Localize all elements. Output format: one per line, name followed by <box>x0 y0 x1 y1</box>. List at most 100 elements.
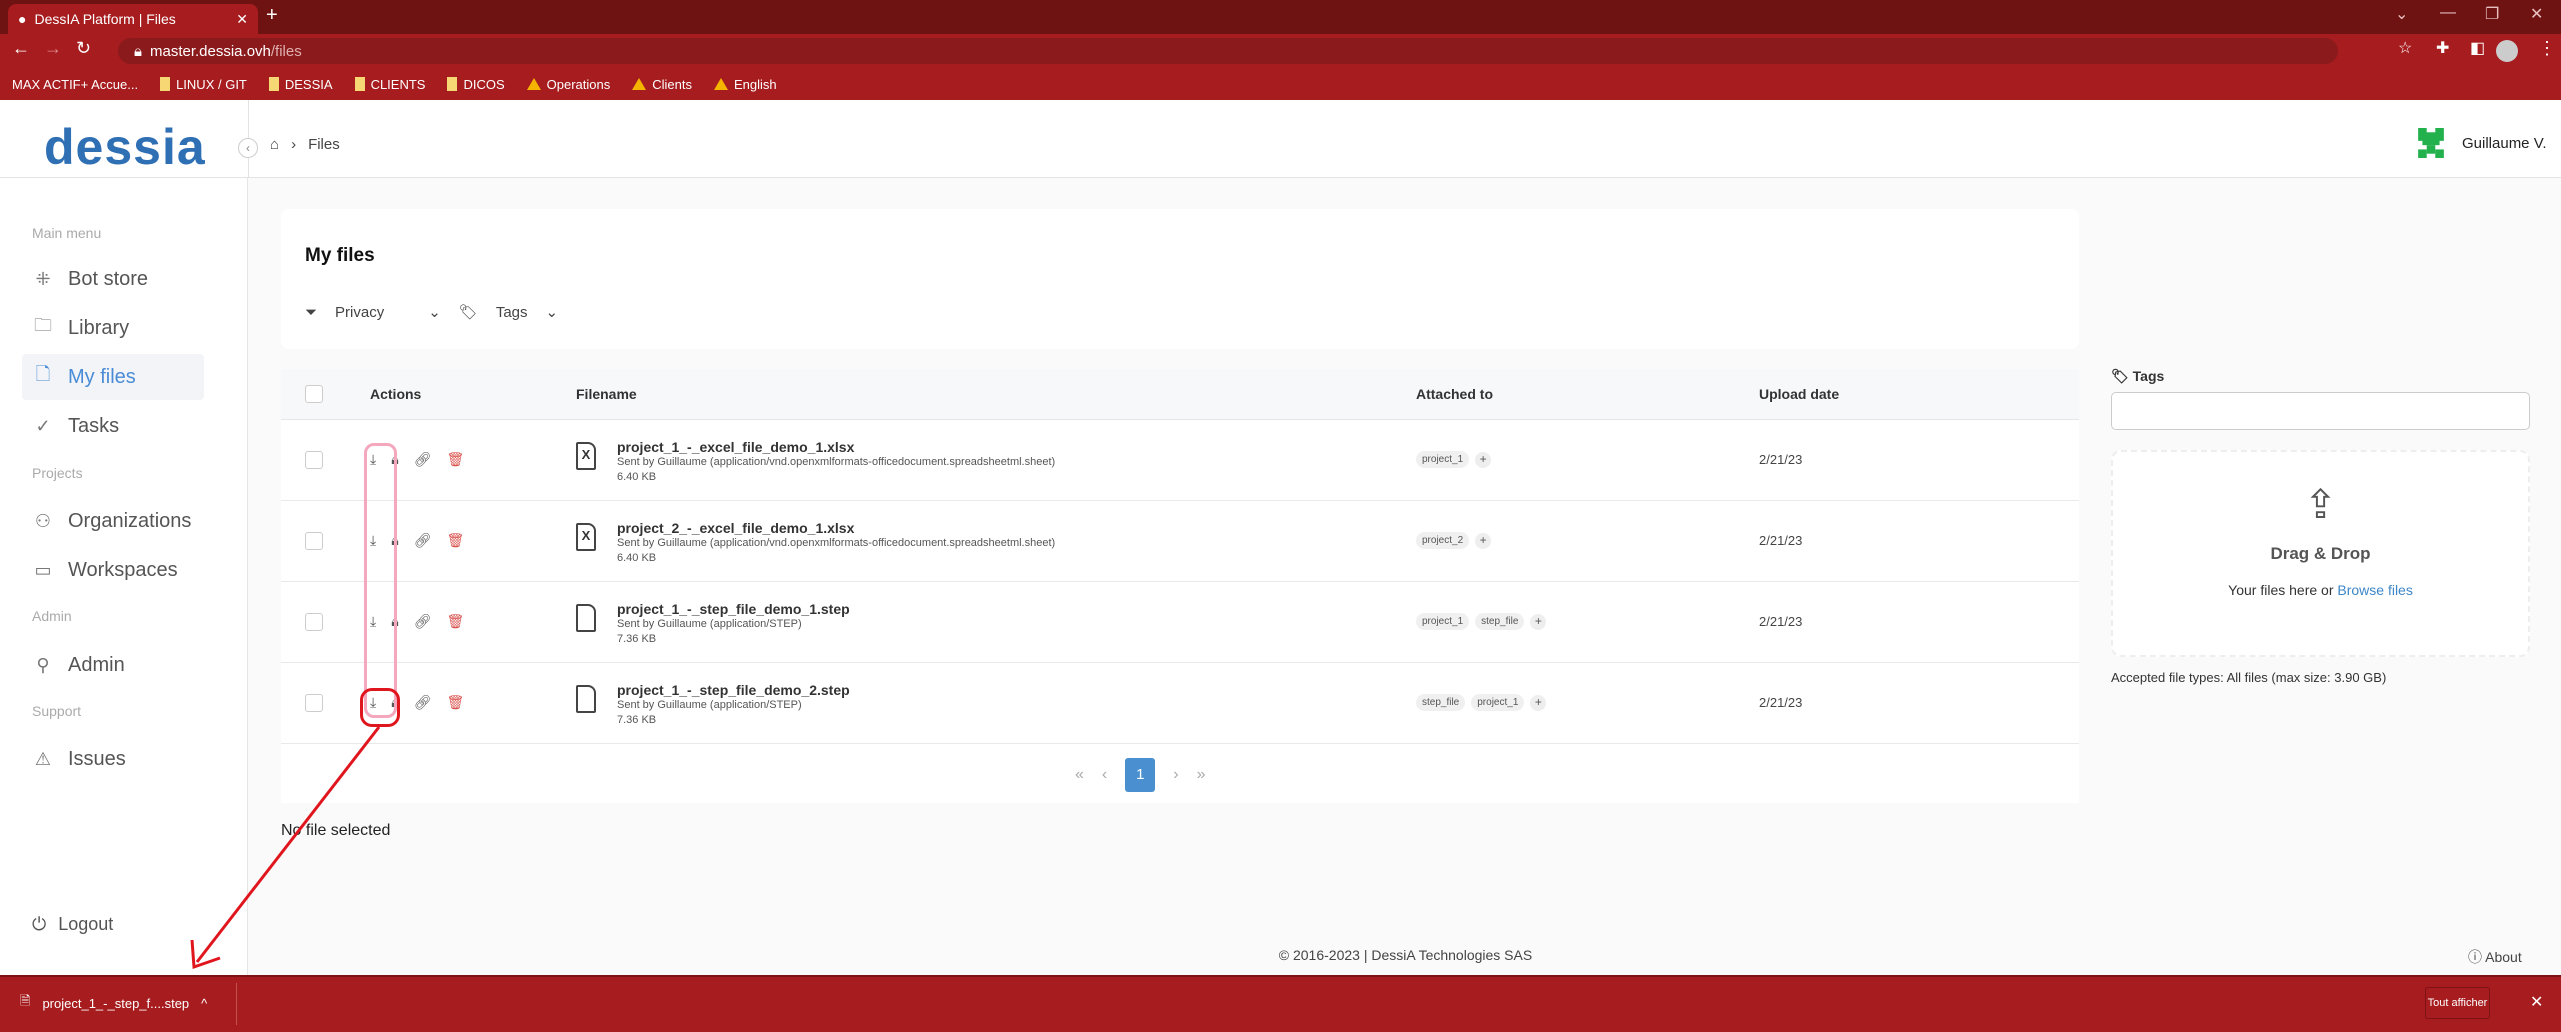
bookmark[interactable]: MAX ACTIF+ Accue... <box>12 77 138 92</box>
bookmark[interactable]: English <box>713 77 777 92</box>
delete-icon[interactable]: 🗑︎ <box>446 694 464 711</box>
chevron-down-icon[interactable]: ⌄ <box>428 303 441 321</box>
tag-chip[interactable]: step_file <box>1475 613 1525 630</box>
profile-avatar[interactable] <box>2496 40 2518 62</box>
tags-input[interactable] <box>2111 392 2530 430</box>
sidebar-item-tasks[interactable]: ✓ Tasks <box>22 403 204 449</box>
tag-chip[interactable]: step_file <box>1416 694 1466 711</box>
delete-icon[interactable]: 🗑︎ <box>446 451 464 468</box>
sidebar-item-admin[interactable]: ⚲ Admin <box>22 642 204 688</box>
prev-page-icon[interactable]: ‹ <box>1102 766 1107 784</box>
folder-icon <box>447 77 458 91</box>
tag-chip[interactable]: project_1 <box>1416 613 1470 630</box>
window-close-icon[interactable]: ✕ <box>2530 4 2543 24</box>
file-sender: Sent by Guillaume (application/STEP) <box>617 699 802 711</box>
forward-icon[interactable]: → <box>44 38 62 59</box>
bookmark-folder[interactable]: LINUX / GIT <box>160 77 247 92</box>
tags-filter[interactable]: Tags <box>496 304 528 321</box>
close-download-bar-icon[interactable]: ✕ <box>2530 992 2543 1012</box>
home-icon[interactable]: ⌂ <box>270 136 279 153</box>
tag-chip[interactable]: project_1 <box>1471 694 1525 711</box>
bookmark-folder[interactable]: DICOS <box>447 77 505 92</box>
new-tab-button[interactable]: + <box>266 4 278 27</box>
collapse-sidebar-button[interactable]: ‹ <box>238 138 258 158</box>
sidebar-item-my-files[interactable]: 🗋︎ My files <box>22 354 204 400</box>
filename[interactable]: project_1_-_excel_file_demo_1.xlsx <box>617 439 854 455</box>
section-admin: Admin <box>32 608 72 624</box>
sidebar-item-bot-store[interactable]: ⁜ Bot store <box>22 256 204 302</box>
filter-icon: ⏷ <box>305 303 318 321</box>
table-row[interactable] <box>281 582 2079 663</box>
add-tag-button[interactable]: + <box>1530 694 1547 711</box>
table-row[interactable] <box>281 501 2079 582</box>
drive-icon <box>632 78 647 90</box>
column-upload-date[interactable]: Upload date <box>1759 386 1839 402</box>
sidebar-item-workspaces[interactable]: ▭ Workspaces <box>22 547 204 593</box>
side-panel-icon[interactable]: ◧ <box>2470 38 2485 58</box>
browser-tab-strip <box>0 0 2561 34</box>
filename[interactable]: project_1_-_step_file_demo_1.step <box>617 601 850 617</box>
row-checkbox[interactable] <box>305 451 323 469</box>
extensions-icon[interactable]: ✚ <box>2436 38 2449 58</box>
reload-icon[interactable]: ↻ <box>76 38 91 59</box>
restore-icon[interactable]: ❐ <box>2485 4 2499 24</box>
filename[interactable]: project_1_-_step_file_demo_2.step <box>617 682 850 698</box>
pagination: « ‹ 1 › » <box>1075 758 1205 792</box>
bookmark-folder[interactable]: DESSIA <box>268 77 333 92</box>
add-tag-button[interactable]: + <box>1530 613 1547 630</box>
user-icon: ⚲ <box>36 654 50 675</box>
next-page-icon[interactable]: › <box>1173 766 1178 784</box>
last-page-icon[interactable]: » <box>1197 766 1206 784</box>
tab-search-icon[interactable]: ⌄ <box>2395 4 2408 24</box>
file-sender: Sent by Guillaume (application/STEP) <box>617 618 802 630</box>
add-tag-button[interactable]: + <box>1475 451 1492 468</box>
bookmark-folder[interactable]: CLIENTS <box>354 77 425 92</box>
star-icon[interactable]: ☆ <box>2398 38 2412 58</box>
drop-zone[interactable]: ⇪ Drag & Drop Your files here or Browse … <box>2111 450 2530 657</box>
link-icon[interactable]: 🔗︎ <box>414 613 432 630</box>
link-icon[interactable]: 🔗︎ <box>414 694 432 711</box>
show-all-button[interactable]: Tout afficher <box>2425 987 2490 1019</box>
link-icon[interactable]: 🔗︎ <box>414 451 432 468</box>
logo[interactable]: dessia <box>44 118 206 176</box>
logout-button[interactable]: ⏻ Logout <box>32 914 113 935</box>
delete-icon[interactable]: 🗑︎ <box>446 613 464 630</box>
filename[interactable]: project_2_-_excel_file_demo_1.xlsx <box>617 520 854 536</box>
close-tab-icon[interactable]: ✕ <box>236 11 248 28</box>
delete-icon[interactable]: 🗑︎ <box>446 532 464 549</box>
browser-tab[interactable]: ● DessIA Platform | Files ✕ <box>8 4 258 34</box>
row-checkbox[interactable] <box>305 532 323 550</box>
bookmark[interactable]: Operations <box>526 77 610 92</box>
filters: ⏷ Privacy ⌄ 🏷︎ Tags ⌄ <box>305 303 559 322</box>
organization-icon: ⚇ <box>34 510 52 531</box>
row-checkbox[interactable] <box>305 613 323 631</box>
tag-chip[interactable]: project_1 <box>1416 451 1470 468</box>
sidebar-item-organizations[interactable]: ⚇ Organizations <box>22 498 204 544</box>
add-tag-button[interactable]: + <box>1475 532 1492 549</box>
link-icon[interactable]: 🔗︎ <box>414 532 432 549</box>
address-bar[interactable]: 🔒︎ master.dessia.ovh/files <box>118 38 2338 64</box>
user-menu[interactable]: Guillaume V. <box>2418 128 2547 158</box>
minimize-icon[interactable]: — <box>2440 4 2456 22</box>
file-size: 7.36 KB <box>617 714 657 726</box>
first-page-icon[interactable]: « <box>1075 766 1084 784</box>
sidebar-item-issues[interactable]: ⚠︎ Issues <box>22 736 204 782</box>
upload-date: 2/21/23 <box>1759 533 1803 548</box>
bookmark[interactable]: Clients <box>632 77 692 92</box>
file-sender: Sent by Guillaume (application/vnd.openx… <box>617 456 1056 468</box>
column-filename[interactable]: Filename <box>576 386 637 402</box>
row-checkbox[interactable] <box>305 694 323 712</box>
sidebar-item-library[interactable]: 🗀︎ Library <box>22 305 204 351</box>
about-link[interactable]: ⓘ About <box>2468 947 2522 967</box>
download-item[interactable]: 🗎︎ project_1_-_step_f....step ^ <box>20 992 207 1014</box>
browse-files-link[interactable]: Browse files <box>2337 582 2412 598</box>
chevron-down-icon[interactable]: ⌄ <box>546 303 559 321</box>
privacy-filter[interactable]: Privacy <box>335 304 384 321</box>
menu-icon[interactable]: ⋮ <box>2538 38 2556 59</box>
select-all-checkbox[interactable] <box>305 385 323 403</box>
tag-chip[interactable]: project_2 <box>1416 532 1470 549</box>
page-button[interactable]: 1 <box>1125 758 1156 792</box>
table-row[interactable] <box>281 663 2079 744</box>
table-row[interactable] <box>281 420 2079 501</box>
back-icon[interactable]: ← <box>12 38 30 59</box>
